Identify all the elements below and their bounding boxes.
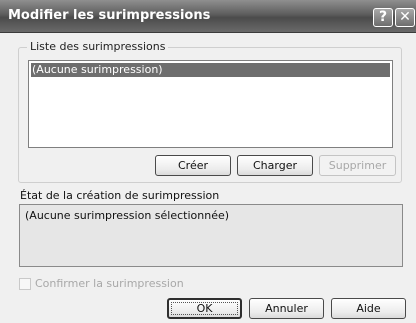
ok-button[interactable]: OK [167, 298, 242, 319]
status-box: (Aucune surimpression sélectionnée) [19, 204, 403, 267]
dialog-title: Modifier les surimpressions [8, 8, 211, 23]
close-icon[interactable]: ✕ [395, 8, 415, 27]
help-icon[interactable]: ? [373, 8, 393, 27]
overlay-list-legend: Liste des surimpressions [27, 40, 169, 53]
ok-button-label: OK [196, 302, 213, 315]
help-button[interactable]: Aide [331, 298, 406, 319]
confirm-checkbox-label: Confirmer la surimpression [35, 277, 184, 290]
load-button[interactable]: Charger [237, 155, 313, 176]
overlay-listbox[interactable]: (Aucune surimpression) [28, 60, 393, 148]
status-text: (Aucune surimpression sélectionnée) [25, 209, 230, 222]
modify-overlays-dialog: Modifier les surimpressions ? ✕ Liste de… [0, 0, 416, 323]
cancel-button[interactable]: Annuler [249, 298, 324, 319]
confirm-checkbox[interactable] [19, 278, 31, 290]
delete-button[interactable]: Supprimer [319, 155, 396, 176]
create-button[interactable]: Créer [155, 155, 231, 176]
list-item[interactable]: (Aucune surimpression) [31, 63, 390, 77]
title-bar[interactable]: Modifier les surimpressions ? ✕ [0, 0, 416, 33]
status-label: État de la création de surimpression [20, 189, 220, 202]
